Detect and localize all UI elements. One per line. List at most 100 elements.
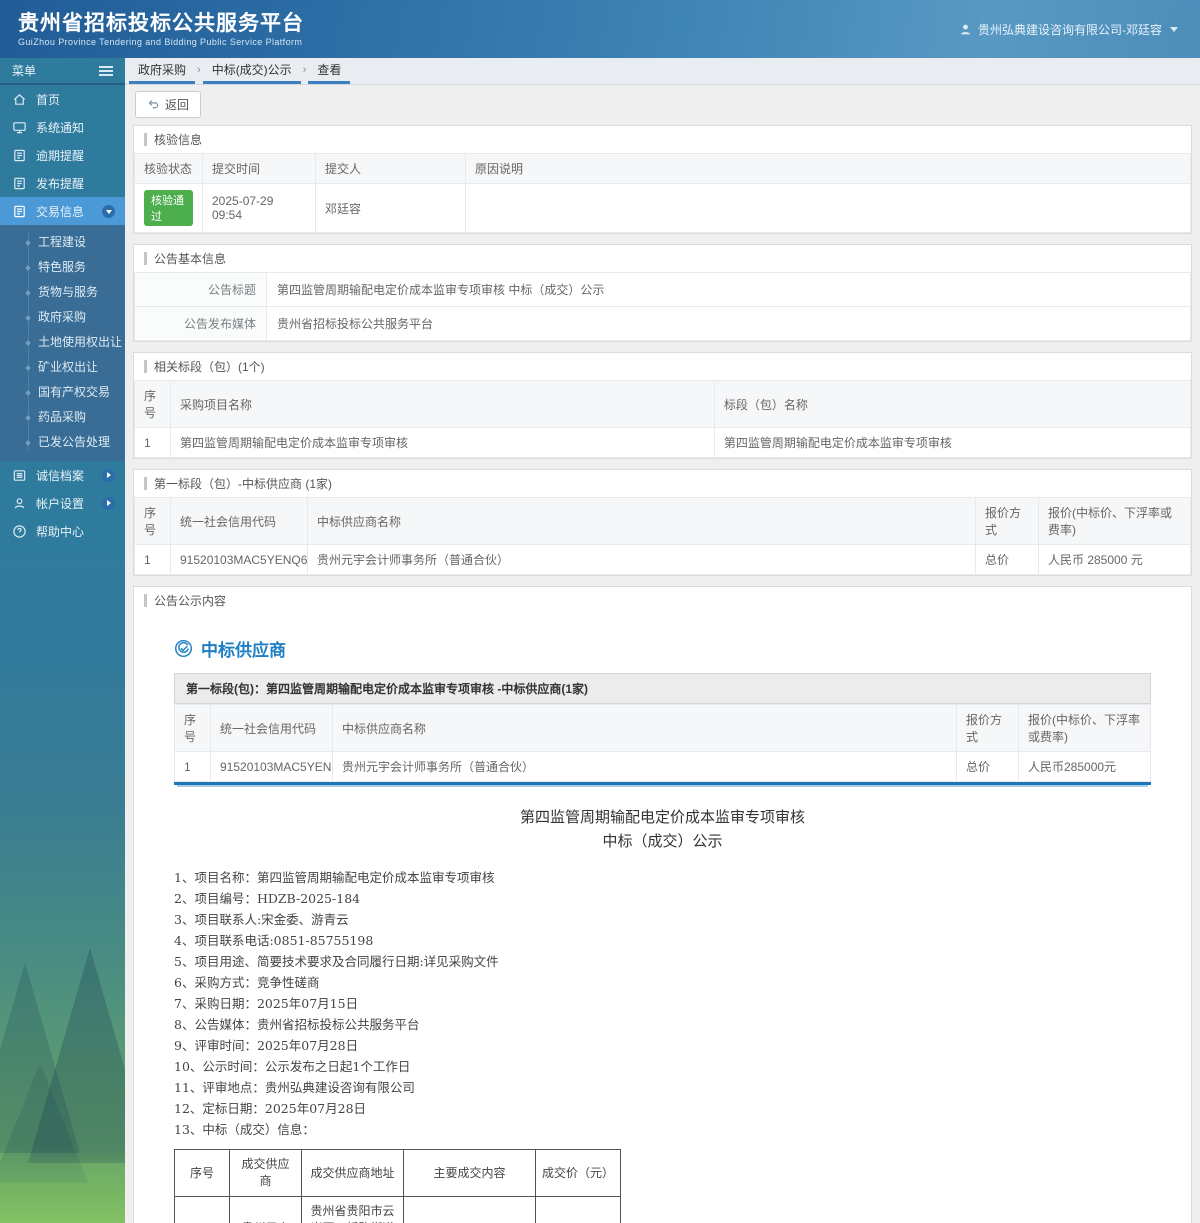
sidebar-item-help-center[interactable]: 帮助中心: [0, 517, 125, 545]
hamburger-icon[interactable]: [99, 65, 113, 76]
sidebar: 菜单 首页 系统通知 逾期提醒 发布提醒 交易信息 工程建设 特色服务 货物与服…: [0, 58, 125, 1223]
target-icon: [174, 639, 193, 658]
breadcrumb-view[interactable]: 查看: [308, 58, 351, 84]
announcement-document: 中标供应商 第一标段(包)：第四监管周期输配电定价成本监审专项审核 -中标供应商…: [134, 614, 1191, 1223]
doc-paragraph: 12、定标日期：2025年07月28日: [174, 1101, 367, 1116]
sidebar-menu-header: 菜单: [0, 58, 125, 85]
sidebar-item-label: 首页: [36, 92, 61, 107]
document-title-line1: 第四监管周期输配电定价成本监审专项审核: [519, 808, 805, 826]
col-supplier-name: 中标供应商名称: [332, 704, 957, 752]
breadcrumb: 政府采购 › 中标(成交)公示 › 查看: [125, 58, 1200, 85]
verify-section: 核验信息 核验状态 提交时间 提交人 原因说明 核验通过 2025-07-29 …: [133, 125, 1192, 234]
document-icon: [12, 204, 27, 219]
table-row: 公告发布媒体 贵州省招标投标公共服务平台: [134, 306, 1191, 341]
col-no: 序号: [174, 1149, 230, 1197]
submenu-item-gov-procurement[interactable]: 政府采购: [0, 305, 125, 330]
submenu-item-land-use[interactable]: 土地使用权出让: [0, 330, 125, 355]
table-row: 1 贵州元宇会计师事务所（普通合伙） 贵州省贵阳市云岩区三桥路街道中坝路16号万…: [174, 1196, 621, 1223]
doc-paragraph: 11、评审地点：贵州弘典建设咨询有限公司: [174, 1080, 415, 1095]
sidebar-item-notifications[interactable]: 系统通知: [0, 113, 125, 141]
sidebar-item-integrity-archive[interactable]: 诚信档案: [0, 461, 125, 489]
basic-info-header: 公告基本信息: [134, 245, 1191, 272]
basic-info-table: 公告标题 第四监管周期输配电定价成本监审专项审核 中标（成交）公示 公告发布媒体…: [134, 272, 1191, 341]
cell-supplier-name: 贵州元宇会计师事务所（普通合伙）: [332, 751, 957, 782]
breadcrumb-gov-procurement[interactable]: 政府采购: [129, 58, 196, 84]
sidebar-item-label: 帮助中心: [36, 524, 85, 539]
col-award-content: 主要成交内容: [403, 1149, 536, 1197]
col-quote: 报价(中标价、下浮率或费率): [1018, 704, 1151, 752]
table-header-row: 核验状态 提交时间 提交人 原因说明: [134, 153, 1191, 184]
col-verify-status: 核验状态: [134, 153, 203, 184]
back-button[interactable]: 返回: [135, 90, 202, 118]
chevron-right-icon: [102, 468, 115, 482]
col-quote-method: 报价方式: [975, 497, 1039, 545]
cell-submitter: 邓廷容: [315, 183, 466, 233]
submenu-item-drug-procurement[interactable]: 药品采购: [0, 405, 125, 430]
table-row: 1 第四监管周期输配电定价成本监审专项审核 第四监管周期输配电定价成本监审专项审…: [134, 427, 1192, 458]
table-row: 核验通过 2025-07-29 09:54 邓廷容: [134, 183, 1191, 233]
table-row: 1 91520103MAC5YENQ6X 贵州元宇会计师事务所（普通合伙） 总价…: [174, 751, 1151, 782]
person-icon: [12, 496, 27, 511]
section-title: 公告基本信息: [154, 252, 227, 266]
submenu-item-engineering[interactable]: 工程建设: [0, 230, 125, 255]
section-title: 相关标段（包）(1个): [154, 360, 265, 374]
main-area: 菜单 首页 系统通知 逾期提醒 发布提醒 交易信息 工程建设 特色服务 货物与服…: [0, 58, 1200, 1223]
user-name: 贵州弘典建设咨询有限公司-邓廷容: [978, 22, 1162, 37]
inner-winner-table-wrap: 序号 统一社会信用代码 中标供应商名称 报价方式 报价(中标价、下浮率或费率) …: [174, 704, 1151, 785]
sidebar-item-publish-reminder[interactable]: 发布提醒: [0, 169, 125, 197]
transaction-submenu: 工程建设 特色服务 货物与服务 政府采购 土地使用权出让 矿业权出让 国有产权交…: [0, 225, 125, 461]
table-row: 1 91520103MAC5YENQ6X 贵州元宇会计师事务所（普通合伙） 总价…: [134, 544, 1191, 575]
doc-paragraph: 7、采购日期：2025年07月15日: [174, 996, 359, 1011]
platform-title: 贵州省招标投标公共服务平台: [18, 11, 304, 35]
submenu-item-state-property[interactable]: 国有产权交易: [0, 380, 125, 405]
submenu-item-published-announcements[interactable]: 已发公告处理: [0, 430, 125, 455]
submenu-item-mining-rights[interactable]: 矿业权出让: [0, 355, 125, 380]
doc-paragraph: 8、公告媒体：贵州省招标投标公共服务平台: [174, 1017, 420, 1032]
section-title: 公告公示内容: [154, 594, 227, 608]
sidebar-item-label: 逾期提醒: [36, 148, 85, 163]
breadcrumb-award-announcement[interactable]: 中标(成交)公示: [202, 58, 301, 84]
chevron-down-icon: [102, 204, 115, 218]
breadcrumb-separator: ›: [302, 63, 307, 76]
document-icon: [12, 148, 27, 163]
verify-table: 核验状态 提交时间 提交人 原因说明 核验通过 2025-07-29 09:54…: [134, 153, 1191, 233]
cell-quote: 人民币285000元: [1018, 751, 1151, 782]
top-header: 贵州省招标投标公共服务平台 GuiZhou Province Tendering…: [0, 0, 1200, 58]
announcement-content-header: 公告公示内容: [134, 587, 1191, 614]
winner-section-header: 第一标段（包）-中标供应商 (1家): [134, 470, 1191, 497]
submenu-item-goods-services[interactable]: 货物与服务: [0, 280, 125, 305]
cell-quote-method: 总价: [975, 544, 1039, 575]
document-icon: [12, 176, 27, 191]
user-menu[interactable]: 贵州弘典建设咨询有限公司-邓廷容: [959, 21, 1178, 38]
doc-paragraph: 1、项目名称：第四监管周期输配电定价成本监审专项审核: [174, 870, 495, 885]
sidebar-item-account-settings[interactable]: 帐户设置: [0, 489, 125, 517]
sidebar-item-home[interactable]: 首页: [0, 85, 125, 113]
col-quote: 报价(中标价、下浮率或费率): [1038, 497, 1191, 545]
table-header-row: 序号 采购项目名称 标段（包）名称: [134, 380, 1192, 428]
section-accent-bar: [144, 133, 147, 146]
col-reason: 原因说明: [465, 153, 1191, 184]
doc-paragraph: 4、项目联系电话:0851-85755198: [174, 933, 374, 948]
col-no: 序号: [134, 497, 171, 545]
cell-award-supplier: 贵州元宇会计师事务所（普通合伙）: [229, 1196, 302, 1223]
col-submit-time: 提交时间: [202, 153, 316, 184]
doc-paragraph: 9、评审时间：2025年07月28日: [174, 1038, 359, 1053]
basic-info-section: 公告基本信息 公告标题 第四监管周期输配电定价成本监审专项审核 中标（成交）公示…: [133, 244, 1192, 342]
status-badge: 核验通过: [144, 190, 193, 226]
related-lots-section: 相关标段（包）(1个) 序号 采购项目名称 标段（包）名称 1 第四监管周期输配…: [133, 352, 1192, 459]
award-info-table: 序号 成交供应商 成交供应商地址 主要成交内容 成交价（元） 1 贵州元宇会计师…: [174, 1149, 621, 1223]
doc-paragraph: 3、项目联系人:宋金委、游青云: [174, 912, 349, 927]
section-accent-bar: [144, 360, 147, 373]
submenu-item-special-services[interactable]: 特色服务: [0, 255, 125, 280]
table-header-row: 序号 成交供应商 成交供应商地址 主要成交内容 成交价（元）: [174, 1149, 621, 1197]
sidebar-item-label: 发布提醒: [36, 176, 85, 191]
question-icon: [12, 524, 27, 539]
doc-paragraph: 13、中标（成交）信息：: [174, 1122, 315, 1137]
winner-heading: 中标供应商: [174, 636, 1151, 661]
inner-winner-table: 序号 统一社会信用代码 中标供应商名称 报价方式 报价(中标价、下浮率或费率) …: [174, 704, 1151, 782]
cell-award-content: 第四监管周期输配电定价成本监审专项审核: [403, 1196, 536, 1223]
table-header-row: 序号 统一社会信用代码 中标供应商名称 报价方式 报价(中标价、下浮率或费率): [134, 497, 1191, 545]
sidebar-item-overdue-reminder[interactable]: 逾期提醒: [0, 141, 125, 169]
sidebar-item-transaction-info[interactable]: 交易信息: [0, 197, 125, 225]
related-lots-table: 序号 采购项目名称 标段（包）名称 1 第四监管周期输配电定价成本监审专项审核 …: [134, 380, 1192, 458]
